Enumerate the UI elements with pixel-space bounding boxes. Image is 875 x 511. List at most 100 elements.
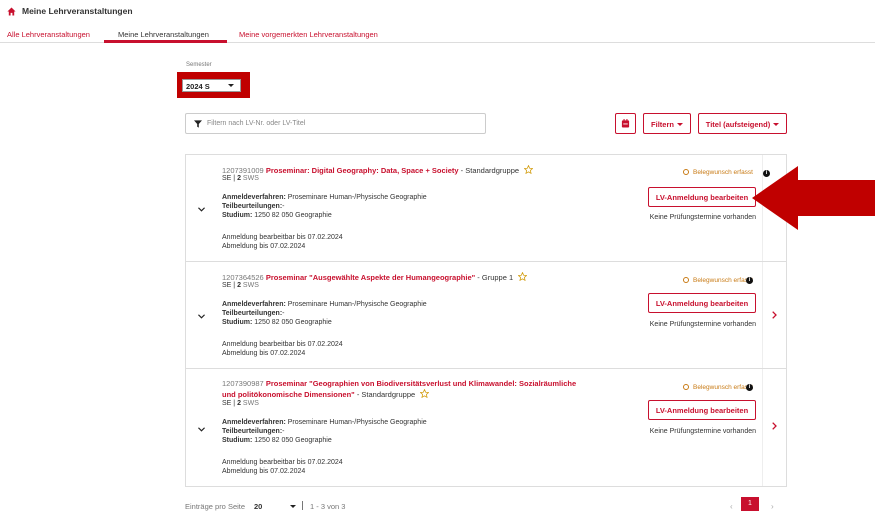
tab-all-courses[interactable]: Alle Lehrveranstaltungen: [7, 30, 90, 39]
partial-assessments: Teilbeurteilungen:-: [222, 428, 285, 435]
star-icon[interactable]: [524, 165, 534, 174]
deregister-deadline: Abmeldung bis 07.02.2024: [222, 350, 306, 357]
info-icon[interactable]: i: [746, 277, 753, 284]
registration-procedure: Anmeldeverfahren: Proseminare Human-/Phy…: [222, 419, 427, 426]
per-page-label: Einträge pro Seite: [185, 502, 246, 511]
filter-button[interactable]: Filtern: [643, 113, 691, 134]
course-group: - Standardgruppe: [458, 166, 520, 175]
semester-select[interactable]: 2024 S: [182, 79, 241, 92]
course-type-hours: SE | 2 SWS: [222, 282, 259, 289]
active-tab-indicator: [104, 40, 227, 43]
tab-bar: Alle Lehrveranstaltungen Meine Lehrveran…: [0, 26, 875, 43]
course-title-link[interactable]: Proseminar: Digital Geography: Data, Spa…: [266, 166, 459, 175]
course-hours: 2: [237, 400, 241, 407]
chevron-down-icon[interactable]: [198, 427, 205, 432]
star-icon[interactable]: [420, 389, 430, 398]
edit-registration-button[interactable]: LV-Anmeldung bearbeiten: [648, 400, 756, 420]
course-group: - Gruppe 1: [475, 273, 514, 282]
chevron-down-icon[interactable]: [290, 505, 296, 508]
course-type-hours: SE | 2 SWS: [222, 175, 259, 182]
exam-dates-text: Keine Prüfungstermine vorhanden: [649, 214, 756, 221]
course-type: SE |: [222, 400, 236, 407]
chevron-right-icon[interactable]: [772, 311, 777, 319]
course-heading: 1207364526 Proseminar "Ausgewählte Aspek…: [222, 272, 528, 282]
chevron-left-icon[interactable]: ‹: [730, 502, 733, 511]
expand-column: [186, 155, 221, 261]
pagination-range: 1 - 3 von 3: [310, 502, 346, 511]
course-card: 1207390987 Proseminar "Geographien von B…: [185, 368, 787, 487]
chevron-down-icon: [676, 123, 683, 126]
divider: [302, 501, 303, 510]
course-heading: 1207390987 Proseminar "Geographien von B…: [222, 379, 576, 388]
expand-column: [186, 262, 221, 368]
semester-label: Semester: [186, 62, 212, 68]
edit-deadline: Anmeldung bearbeitbar bis 07.02.2024: [222, 459, 343, 466]
course-number: 1207391009: [222, 166, 264, 175]
course-type: SE |: [222, 282, 236, 289]
info-icon[interactable]: i: [746, 384, 753, 391]
clock-icon: [683, 277, 690, 283]
sort-button-label: Titel (aufsteigend): [705, 120, 771, 129]
annotation-arrow-icon: [752, 166, 875, 230]
course-hours-unit: SWS: [242, 175, 259, 182]
chevron-down-icon[interactable]: [198, 314, 205, 319]
exam-dates-text: Keine Prüfungstermine vorhanden: [649, 321, 756, 328]
course-hours: 2: [237, 282, 241, 289]
study-program: Studium: 1250 82 050 Geographie: [222, 437, 332, 444]
edit-deadline: Anmeldung bearbeitbar bis 07.02.2024: [222, 234, 343, 241]
course-type: SE |: [222, 175, 236, 182]
course-number: 1207390987: [222, 379, 264, 388]
deregister-deadline: Abmeldung bis 07.02.2024: [222, 468, 306, 475]
filter-button-label: Filtern: [651, 120, 674, 129]
expand-column: [186, 369, 221, 486]
calendar-icon: [621, 119, 630, 128]
star-icon[interactable]: [518, 272, 528, 281]
course-number: 1207364526: [222, 273, 264, 282]
sort-button[interactable]: Titel (aufsteigend): [698, 113, 787, 134]
clock-icon: [683, 384, 690, 390]
course-heading-continued: und politökonomische Dimensionen" - Stan…: [222, 389, 430, 399]
chevron-right-icon[interactable]: ›: [771, 502, 774, 511]
top-bar: Meine Lehrveranstaltungen: [0, 0, 875, 24]
funnel-icon: [194, 120, 202, 128]
study-program: Studium: 1250 82 050 Geographie: [222, 212, 332, 219]
course-hours: 2: [237, 175, 241, 182]
tab-my-courses[interactable]: Meine Lehrveranstaltungen: [118, 30, 209, 39]
home-icon[interactable]: [7, 7, 16, 16]
per-page-select[interactable]: 20: [254, 502, 262, 511]
course-heading: 1207391009 Proseminar: Digital Geography…: [222, 165, 534, 175]
course-title-link-line2[interactable]: und politökonomische Dimensionen": [222, 390, 355, 399]
clock-icon: [683, 169, 690, 175]
partial-assessments: Teilbeurteilungen:-: [222, 310, 285, 317]
current-page-button[interactable]: 1: [741, 497, 759, 511]
partial-assessments: Teilbeurteilungen:-: [222, 203, 285, 210]
exam-dates-text: Keine Prüfungstermine vorhanden: [649, 428, 756, 435]
status-badge: Belegwunsch erfasst: [683, 384, 753, 391]
calendar-button[interactable]: [615, 113, 636, 134]
detail-column[interactable]: [762, 262, 786, 368]
chevron-down-icon: [773, 123, 780, 126]
course-type-hours: SE | 2 SWS: [222, 400, 259, 407]
filter-input[interactable]: Filtern nach LV-Nr. oder LV-Titel: [185, 113, 486, 134]
course-group: - Standardgruppe: [354, 390, 416, 399]
filter-placeholder: Filtern nach LV-Nr. oder LV-Titel: [207, 120, 306, 127]
chevron-down-icon: [228, 84, 234, 87]
registration-procedure: Anmeldeverfahren: Proseminare Human-/Phy…: [222, 301, 427, 308]
detail-column[interactable]: [762, 369, 786, 486]
course-title-link[interactable]: Proseminar "Ausgewählte Aspekte der Huma…: [266, 273, 475, 282]
tab-bookmarked-courses[interactable]: Meine vorgemerkten Lehrveranstaltungen: [239, 30, 378, 39]
semester-value: 2024 S: [186, 82, 210, 91]
course-title-link[interactable]: Proseminar "Geographien von Biodiversitä…: [266, 379, 576, 388]
edit-deadline: Anmeldung bearbeitbar bis 07.02.2024: [222, 341, 343, 348]
course-hours-unit: SWS: [242, 282, 259, 289]
edit-registration-button[interactable]: LV-Anmeldung bearbeiten: [648, 293, 756, 313]
status-badge: Belegwunsch erfasst: [683, 169, 753, 176]
course-card: 1207364526 Proseminar "Ausgewählte Aspek…: [185, 261, 787, 369]
status-badge: Belegwunsch erfasst: [683, 277, 753, 284]
deregister-deadline: Abmeldung bis 07.02.2024: [222, 243, 306, 250]
chevron-right-icon[interactable]: [772, 422, 777, 430]
registration-procedure: Anmeldeverfahren: Proseminare Human-/Phy…: [222, 194, 427, 201]
page-title: Meine Lehrveranstaltungen: [22, 6, 133, 16]
edit-registration-button[interactable]: LV-Anmeldung bearbeiten: [648, 187, 756, 207]
chevron-down-icon[interactable]: [198, 207, 205, 212]
